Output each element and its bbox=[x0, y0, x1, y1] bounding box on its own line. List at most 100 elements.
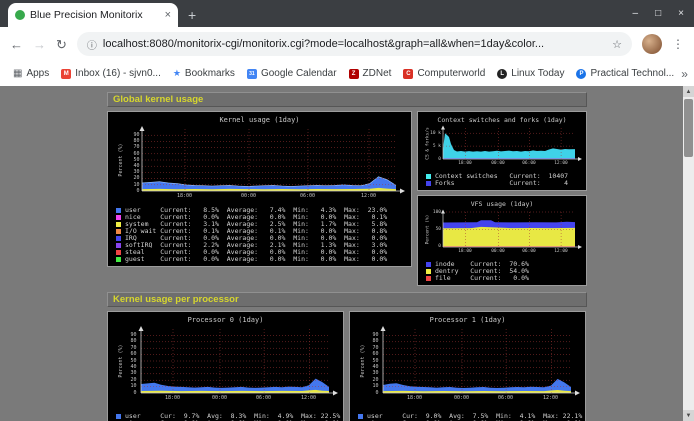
x-tick-label: 12:00 bbox=[297, 395, 321, 401]
processor-1-plot: 90 80 70 60 50 40 30 20 10 0 Percent (%)… bbox=[355, 325, 581, 411]
legend-row: Forks Current: 4 bbox=[426, 180, 584, 187]
right-graph-column: Context switches and forks (1day) bbox=[417, 111, 587, 286]
bookmark-label: Apps bbox=[26, 68, 49, 79]
bookmark-computerworld[interactable]: C Computerworld bbox=[398, 66, 490, 81]
legend-swatch bbox=[116, 229, 121, 234]
page-scrollbar[interactable]: ▲ ▼ bbox=[683, 86, 694, 421]
computerworld-icon: C bbox=[403, 69, 413, 79]
back-icon[interactable]: ← bbox=[10, 38, 23, 51]
x-tick-label: 00:00 bbox=[487, 161, 509, 166]
section-kernel-per-processor: Kernel usage per processor bbox=[107, 292, 587, 307]
bookmarks-right-group: » Other bookmarks bbox=[681, 66, 694, 81]
minimize-button[interactable]: – bbox=[633, 8, 639, 19]
legend-swatch bbox=[426, 269, 431, 274]
legend-swatch bbox=[358, 414, 363, 419]
legend-row: guest Current: 0.0% Average: 0.0% Min: 0… bbox=[116, 256, 409, 263]
close-button[interactable]: × bbox=[678, 8, 684, 19]
graph-title: Kernel usage (1day) bbox=[110, 116, 409, 124]
bookmarks-bar: ▦ Apps M Inbox (16) - sjvn0... ★ Bookmar… bbox=[0, 61, 694, 87]
y-axis-label: Percent (%) bbox=[426, 208, 431, 252]
tab-title: Blue Precision Monitorix bbox=[30, 9, 160, 21]
tab-strip: Blue Precision Monitorix × + – □ × bbox=[0, 0, 694, 27]
legend-swatch bbox=[426, 276, 431, 281]
legend-text: file Current: 0.0% bbox=[435, 275, 529, 282]
bookmark-label: Inbox (16) - sjvn0... bbox=[75, 68, 161, 79]
kernel-legend: user Current: 8.5% Average: 7.4% Min: 4.… bbox=[116, 207, 409, 263]
bookmark-label: ZDNet bbox=[363, 68, 392, 79]
bookmark-google-calendar[interactable]: 31 Google Calendar bbox=[242, 66, 342, 81]
legend-swatch bbox=[426, 181, 431, 186]
calendar-icon: 31 bbox=[247, 69, 257, 79]
apps-grid-icon: ▦ bbox=[13, 69, 22, 79]
x-tick-label: 06:00 bbox=[252, 395, 276, 401]
bookmark-label: Practical Technol... bbox=[590, 68, 674, 79]
x-tick-label: 00:00 bbox=[237, 193, 261, 199]
bookmark-apps[interactable]: ▦ Apps bbox=[8, 66, 54, 81]
bookmark-linux-today[interactable]: L Linux Today bbox=[492, 66, 569, 81]
page-content: Global kernel usage Kernel usage (1day) bbox=[107, 92, 587, 421]
legend-swatch bbox=[116, 414, 121, 419]
processor-0-graph[interactable]: Processor 0 (1day) bbox=[107, 311, 344, 421]
browser-tab[interactable]: Blue Precision Monitorix × bbox=[8, 3, 178, 27]
vfs-usage-graph[interactable]: VFS usage (1day) bbox=[417, 195, 587, 286]
legend-swatch bbox=[116, 257, 121, 262]
linux-today-icon: L bbox=[497, 69, 507, 79]
legend-row: file Current: 0.0% bbox=[426, 275, 584, 282]
processor-1-graph[interactable]: Processor 1 (1day) bbox=[349, 311, 586, 421]
scroll-up-icon[interactable]: ▲ bbox=[683, 86, 694, 97]
x-tick-label: 00:00 bbox=[208, 395, 232, 401]
section-global-kernel-usage: Global kernel usage bbox=[107, 92, 587, 107]
bookmark-bookmarks[interactable]: ★ Bookmarks bbox=[168, 66, 240, 81]
x-tick-label: 06:00 bbox=[296, 193, 320, 199]
new-tab-button[interactable]: + bbox=[188, 8, 196, 22]
practical-tech-icon: P bbox=[576, 69, 586, 79]
context-switches-graph[interactable]: Context switches and forks (1day) bbox=[417, 111, 587, 191]
legend-swatch bbox=[116, 236, 121, 241]
browser-menu-icon[interactable]: ⋮ bbox=[672, 37, 684, 51]
page-info-icon[interactable]: ⓘ bbox=[87, 37, 97, 52]
legend-text: Forks Current: 4 bbox=[435, 180, 568, 187]
processor-0-plot: 90 80 70 60 50 40 30 20 10 0 Percent (%)… bbox=[113, 325, 339, 411]
graph-title: Processor 1 (1day) bbox=[352, 316, 583, 324]
x-tick-label: 18:00 bbox=[403, 395, 427, 401]
legend-swatch bbox=[116, 250, 121, 255]
section-title: Global kernel usage bbox=[113, 94, 203, 105]
bookmarks-overflow-icon[interactable]: » bbox=[681, 67, 688, 81]
tab-close-icon[interactable]: × bbox=[165, 9, 171, 21]
url-text[interactable]: localhost:8080/monitorix-cgi/monitorix.c… bbox=[103, 38, 606, 50]
bookmark-label: Google Calendar bbox=[261, 68, 337, 79]
address-bar[interactable]: ⓘ localhost:8080/monitorix-cgi/monitorix… bbox=[77, 32, 632, 56]
y-axis-label: Percent (%) bbox=[118, 331, 124, 391]
kernel-usage-plot: 90 80 70 60 50 40 30 20 10 0 Percent (%)… bbox=[112, 125, 408, 205]
forward-icon[interactable]: → bbox=[33, 38, 46, 51]
scroll-down-icon[interactable]: ▼ bbox=[683, 410, 694, 421]
legend-text: guest Current: 0.0% Average: 0.0% Min: 0… bbox=[125, 256, 387, 263]
bookmark-zdnet[interactable]: Z ZDNet bbox=[344, 66, 397, 81]
y-axis-label: Percent (%) bbox=[118, 130, 124, 190]
scrollbar-thumb[interactable] bbox=[684, 99, 693, 157]
kernel-usage-graph[interactable]: Kernel usage (1day) bbox=[107, 111, 412, 267]
x-tick-label: 12:00 bbox=[357, 193, 381, 199]
legend-swatch bbox=[116, 222, 121, 227]
x-tick-label: 06:00 bbox=[518, 249, 540, 254]
bookmark-star-icon[interactable]: ☆ bbox=[612, 38, 622, 51]
processor-0-legend: user Cur: 9.7% Avg: 8.3% Min: 4.9% Max: … bbox=[116, 413, 341, 421]
x-tick-label: 18:00 bbox=[173, 193, 197, 199]
x-tick-label: 12:00 bbox=[550, 161, 572, 166]
x-tick-label: 06:00 bbox=[518, 161, 540, 166]
profile-avatar[interactable] bbox=[642, 34, 662, 54]
star-icon: ★ bbox=[173, 69, 181, 78]
reload-icon[interactable]: ↻ bbox=[56, 38, 67, 51]
x-tick-label: 06:00 bbox=[494, 395, 518, 401]
legend-swatch bbox=[116, 243, 121, 248]
monitorix-page: Global kernel usage Kernel usage (1day) bbox=[0, 86, 694, 421]
bookmark-label: Linux Today bbox=[511, 68, 564, 79]
legend-swatch bbox=[426, 174, 431, 179]
bookmark-practical-tech[interactable]: P Practical Technol... bbox=[571, 66, 679, 81]
legend-swatch bbox=[116, 208, 121, 213]
maximize-button[interactable]: □ bbox=[655, 8, 661, 19]
window-controls: – □ × bbox=[633, 0, 684, 27]
x-tick-label: 18:00 bbox=[454, 249, 476, 254]
bookmark-inbox[interactable]: M Inbox (16) - sjvn0... bbox=[56, 66, 166, 81]
mail-icon: M bbox=[61, 69, 71, 79]
